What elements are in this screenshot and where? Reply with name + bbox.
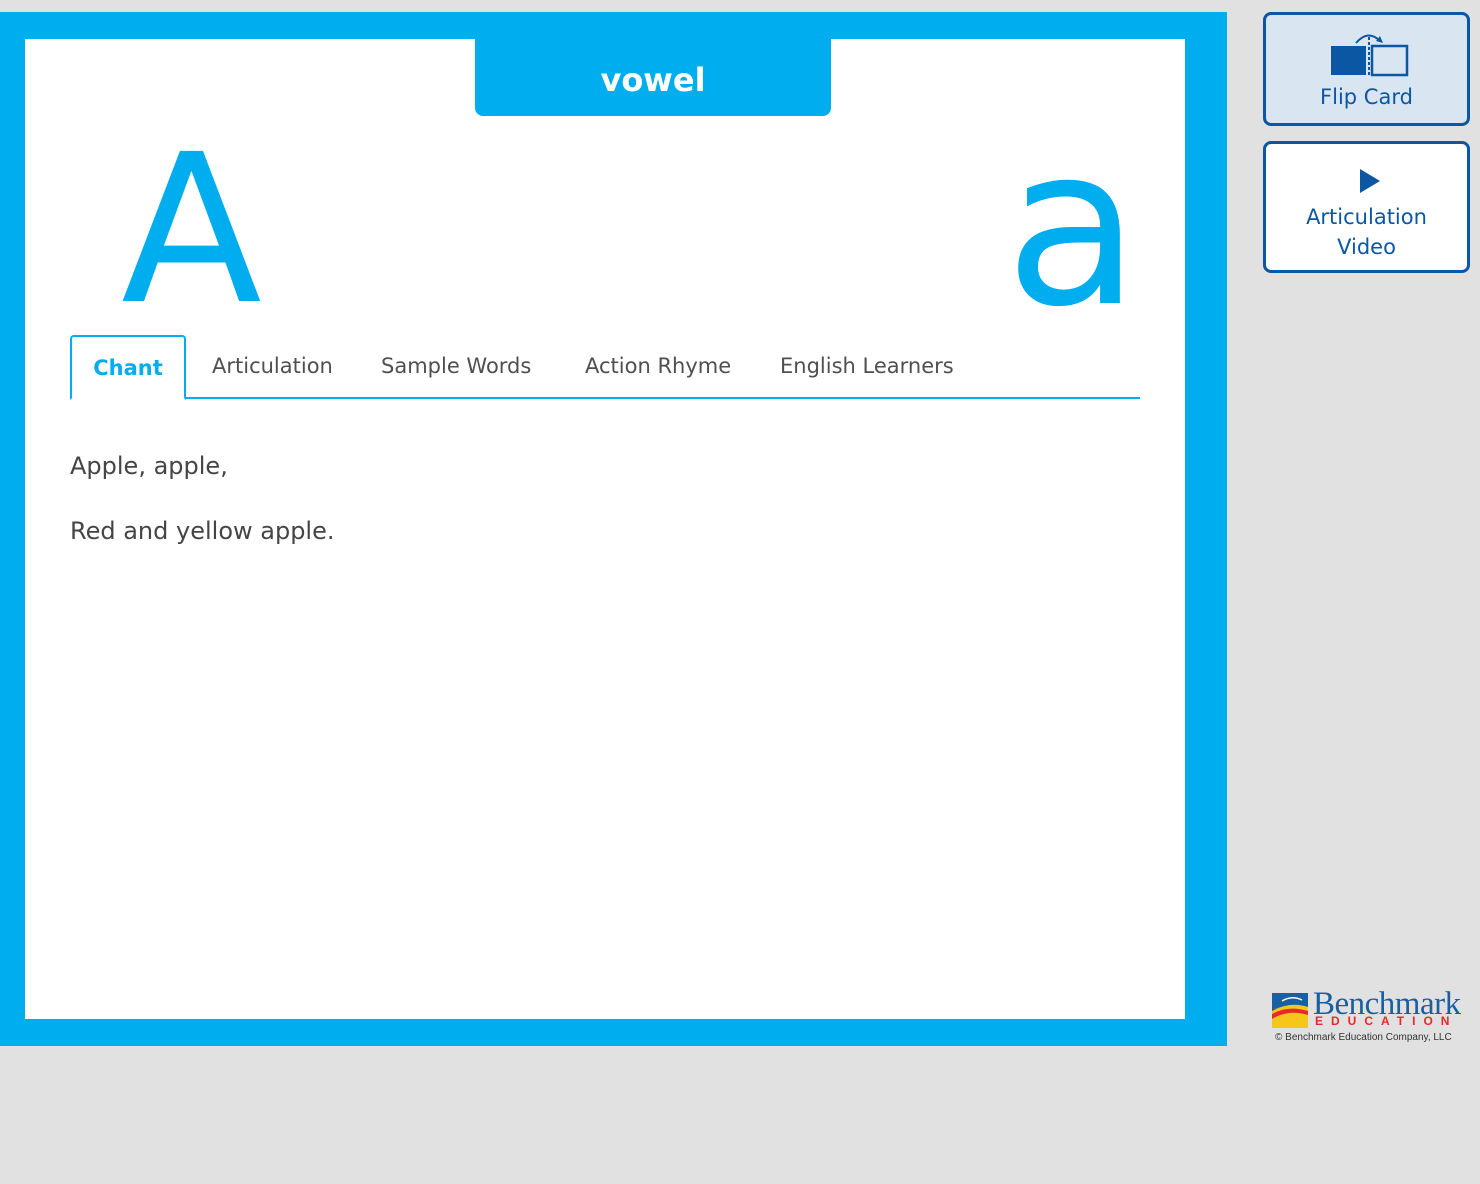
flip-card-icon	[1328, 31, 1410, 84]
flip-card-button[interactable]: Flip Card	[1263, 12, 1470, 126]
tab-chant[interactable]: Chant	[70, 335, 186, 400]
tab-articulation[interactable]: Articulation	[212, 335, 333, 397]
flip-card-label: Flip Card	[1320, 85, 1413, 109]
logo-subtitle: EDUCATION	[1315, 1014, 1458, 1028]
tab-action-rhyme[interactable]: Action Rhyme	[585, 335, 731, 397]
tab-english-learners[interactable]: English Learners	[780, 335, 954, 397]
tab-bar: Chant Articulation Sample Words Action R…	[70, 335, 1140, 400]
chant-line: Apple, apple,	[70, 452, 228, 480]
category-label: vowel	[475, 39, 831, 116]
articulation-video-label: Articulation Video	[1306, 205, 1427, 259]
logo-mark-icon	[1272, 993, 1308, 1033]
tab-sample-words[interactable]: Sample Words	[381, 335, 531, 397]
uppercase-letter: A	[121, 110, 262, 350]
lowercase-letter: a	[1005, 99, 1140, 355]
chant-line: Red and yellow apple.	[70, 517, 335, 545]
play-icon	[1358, 168, 1382, 199]
letter-card: vowel A a Chant Articulation Sample Word…	[0, 12, 1227, 1046]
articulation-video-button[interactable]: Articulation Video	[1263, 141, 1470, 273]
copyright-text: © Benchmark Education Company, LLC	[1275, 1032, 1452, 1043]
